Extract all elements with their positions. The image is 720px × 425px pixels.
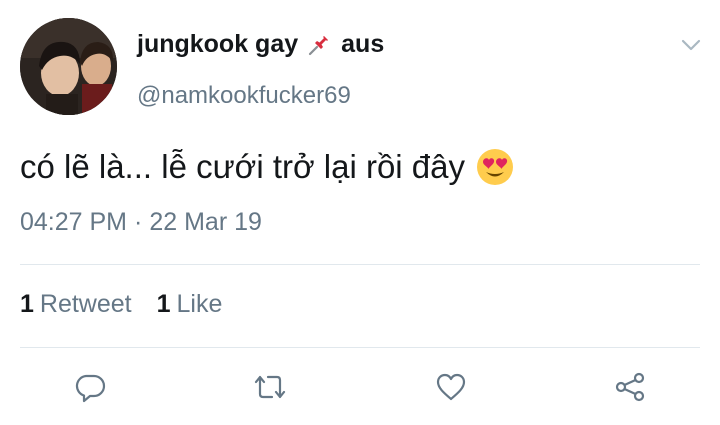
likes-label: Like [176, 290, 223, 318]
avatar[interactable] [20, 18, 117, 115]
pushpin-icon [306, 32, 332, 58]
timestamp-separator: · [134, 208, 143, 236]
timestamp-time: 04:27 PM [20, 208, 128, 236]
likes-count: 1 [156, 290, 171, 318]
like-icon[interactable] [431, 367, 471, 407]
display-name-row[interactable]: jungkook gay aus [137, 30, 384, 59]
tweet-actions [0, 367, 720, 407]
user-handle[interactable]: @namkookfucker69 [137, 82, 351, 110]
tweet-timestamp[interactable]: 04:27 PM · 22 Mar 19 [20, 208, 262, 237]
reply-icon[interactable] [70, 367, 110, 407]
tweet-body: có lẽ là... lễ cưới trở lại rồi đây [20, 147, 515, 187]
display-name[interactable]: jungkook gay [137, 30, 298, 59]
divider [20, 347, 700, 348]
retweets-count: 1 [20, 290, 34, 318]
location-text: aus [341, 30, 385, 58]
retweet-icon[interactable] [250, 367, 290, 407]
share-icon[interactable] [610, 367, 650, 407]
tweet-text: có lẽ là... lễ cưới trở lại rồi đây [20, 148, 466, 185]
timestamp-date: 22 Mar 19 [149, 208, 262, 236]
chevron-down-icon[interactable] [679, 36, 703, 54]
tweet-stats: 1 Retweet 1 Like [20, 290, 222, 319]
heart-eyes-emoji-icon [475, 147, 515, 187]
retweets-label: Retweet [39, 290, 132, 318]
likes-stat[interactable]: 1 Like [157, 290, 223, 319]
tweet-card: jungkook gay aus @namkookfucker69 có lẽ … [0, 0, 720, 425]
divider [20, 264, 700, 265]
retweets-stat[interactable]: 1 Retweet [20, 290, 132, 319]
